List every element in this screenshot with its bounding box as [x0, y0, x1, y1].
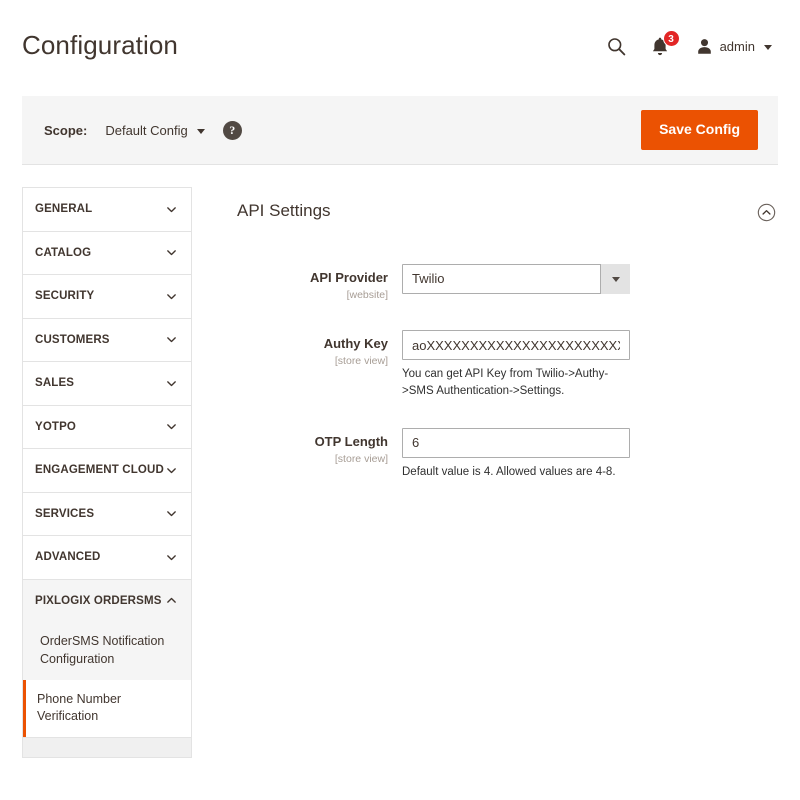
- chevron-down-icon: [167, 554, 176, 560]
- scope-value: Default Config: [105, 122, 188, 138]
- sidebar-item-label: SALES: [35, 377, 75, 390]
- chevron-up-icon: [167, 598, 176, 604]
- sidebar-item-label: ADVANCED: [35, 551, 101, 564]
- sidebar-section-yotpo: YOTPO: [22, 405, 192, 449]
- sidebar-section-security: SECURITY: [22, 275, 192, 319]
- user-icon: [697, 38, 711, 54]
- sidebar-item-security[interactable]: SECURITY: [23, 275, 191, 318]
- field-control-col: You can get API Key from Twilio->Authy->…: [402, 330, 778, 399]
- sidebar-item-engagement-cloud[interactable]: ENGAGEMENT CLOUD: [23, 449, 191, 492]
- sidebar-item-customers[interactable]: CUSTOMERS: [23, 319, 191, 362]
- sidebar-item-label: SERVICES: [35, 507, 95, 520]
- page-title: Configuration: [22, 29, 178, 60]
- scope-label: Scope:: [44, 122, 88, 138]
- scope-bar: Scope: Default Config ? Save Config: [22, 96, 778, 165]
- sidebar-item-label: ENGAGEMENT CLOUD: [35, 464, 164, 477]
- admin-menu[interactable]: admin: [682, 38, 776, 55]
- field-label-api-provider: API Provider: [309, 270, 388, 285]
- save-config-button[interactable]: Save Config: [641, 110, 758, 150]
- field-label-col: OTP Length [store view]: [218, 428, 402, 466]
- header-tools: 3 admin: [595, 29, 776, 67]
- notification-count-badge: 3: [662, 29, 680, 47]
- field-note-otp-length: Default value is 4. Allowed values are 4…: [402, 465, 616, 478]
- chevron-down-icon: [167, 293, 176, 299]
- field-control-col: Twilio: [402, 264, 778, 294]
- field-scope-api-provider: [website]: [346, 289, 388, 301]
- sidebar-section-catalog: CATALOG: [22, 231, 192, 275]
- sidebar-item-label: CUSTOMERS: [35, 333, 110, 346]
- sidebar-item-catalog[interactable]: CATALOG: [23, 232, 191, 275]
- sidebar-item-label: YOTPO: [35, 420, 77, 433]
- bell-icon-wrapper: 3: [650, 29, 680, 57]
- api-settings-panel: API Settings API Provider [website] Twil…: [218, 187, 778, 488]
- section-title: API Settings: [237, 201, 331, 220]
- field-note-authy-key: You can get API Key from Twilio->Authy->…: [402, 368, 609, 397]
- otp-length-input[interactable]: [402, 427, 630, 458]
- sidebar-section-services: SERVICES: [22, 492, 192, 536]
- field-label-col: API Provider [website]: [218, 264, 402, 302]
- select-dropdown-arrow[interactable]: [600, 264, 630, 294]
- search-button[interactable]: [595, 29, 638, 63]
- caret-down-icon: [611, 276, 620, 282]
- sidebar-subitems: OrderSMS Notification Configuration Phon…: [23, 622, 191, 737]
- sidebar-section-general: GENERAL: [22, 187, 192, 232]
- sidebar-item-label: GENERAL: [35, 203, 93, 216]
- sidebar-item-yotpo[interactable]: YOTPO: [23, 406, 191, 449]
- field-scope-otp-length: [store view]: [334, 452, 388, 465]
- section-header: API Settings: [218, 187, 778, 222]
- notifications-button[interactable]: 3: [638, 29, 682, 63]
- scope-selector[interactable]: Default Config: [105, 122, 205, 138]
- question-mark-icon[interactable]: ?: [222, 120, 242, 140]
- page-header: Configuration 3 admin: [0, 0, 800, 96]
- chevron-up-circle-icon[interactable]: [757, 203, 776, 222]
- field-label-authy-key: Authy Key: [323, 336, 388, 352]
- sidebar-item-label: CATALOG: [35, 246, 92, 259]
- caret-down-icon: [764, 44, 772, 50]
- sidebar-subitem-ordersms-notification-configuration[interactable]: OrderSMS Notification Configuration: [23, 622, 191, 680]
- field-label-otp-length: OTP Length: [314, 433, 388, 449]
- sidebar-footer-strip: [22, 738, 192, 758]
- sidebar-item-pixlogix-ordersms[interactable]: PIXLOGIX ORDERSMS: [23, 580, 191, 623]
- configuration-page: Configuration 3 admin Scope: Default Con…: [0, 0, 800, 800]
- api-provider-value: Twilio: [402, 264, 630, 294]
- chevron-down-icon: [167, 511, 176, 517]
- admin-username: admin: [719, 38, 755, 54]
- sidebar-item-services[interactable]: SERVICES: [23, 493, 191, 536]
- sidebar-section-customers: CUSTOMERS: [22, 318, 192, 362]
- chevron-down-icon: [196, 128, 205, 134]
- field-row-otp-length: OTP Length [store view] Default value is…: [218, 427, 778, 481]
- api-provider-select[interactable]: Twilio: [402, 264, 630, 294]
- config-sidebar-nav: GENERAL CATALOG SECURITY CUSTOMERS SALES…: [22, 187, 192, 758]
- sidebar-item-advanced[interactable]: ADVANCED: [23, 536, 191, 579]
- sidebar-item-general[interactable]: GENERAL: [23, 188, 191, 231]
- chevron-down-icon: [167, 380, 176, 386]
- chevron-down-icon: [167, 206, 176, 212]
- chevron-down-icon: [167, 250, 176, 256]
- sidebar-item-label: PIXLOGIX ORDERSMS: [35, 594, 162, 607]
- sidebar-item-label: SECURITY: [35, 290, 95, 303]
- chevron-down-icon: [167, 337, 176, 343]
- chevron-down-icon: [167, 467, 176, 473]
- sidebar-section-pixlogix-ordersms: PIXLOGIX ORDERSMS OrderSMS Notification …: [22, 579, 192, 738]
- search-icon: [607, 37, 625, 55]
- field-control-col: Default value is 4. Allowed values are 4…: [402, 427, 778, 481]
- sidebar-item-sales[interactable]: SALES: [23, 362, 191, 405]
- sidebar-subitem-phone-number-verification[interactable]: Phone Number Verification: [23, 679, 191, 737]
- chevron-down-icon: [167, 424, 176, 430]
- field-label-col: Authy Key [store view]: [218, 330, 402, 368]
- authy-key-input[interactable]: [402, 330, 630, 361]
- sidebar-section-sales: SALES: [22, 362, 192, 406]
- sidebar-section-engagement-cloud: ENGAGEMENT CLOUD: [22, 449, 192, 493]
- api-settings-form: API Provider [website] Twilio Authy Key: [218, 222, 778, 480]
- field-scope-authy-key: [store view]: [334, 355, 388, 368]
- field-row-api-provider: API Provider [website] Twilio: [218, 264, 778, 302]
- sidebar-section-advanced: ADVANCED: [22, 536, 192, 580]
- field-row-authy-key: Authy Key [store view] You can get API K…: [218, 330, 778, 399]
